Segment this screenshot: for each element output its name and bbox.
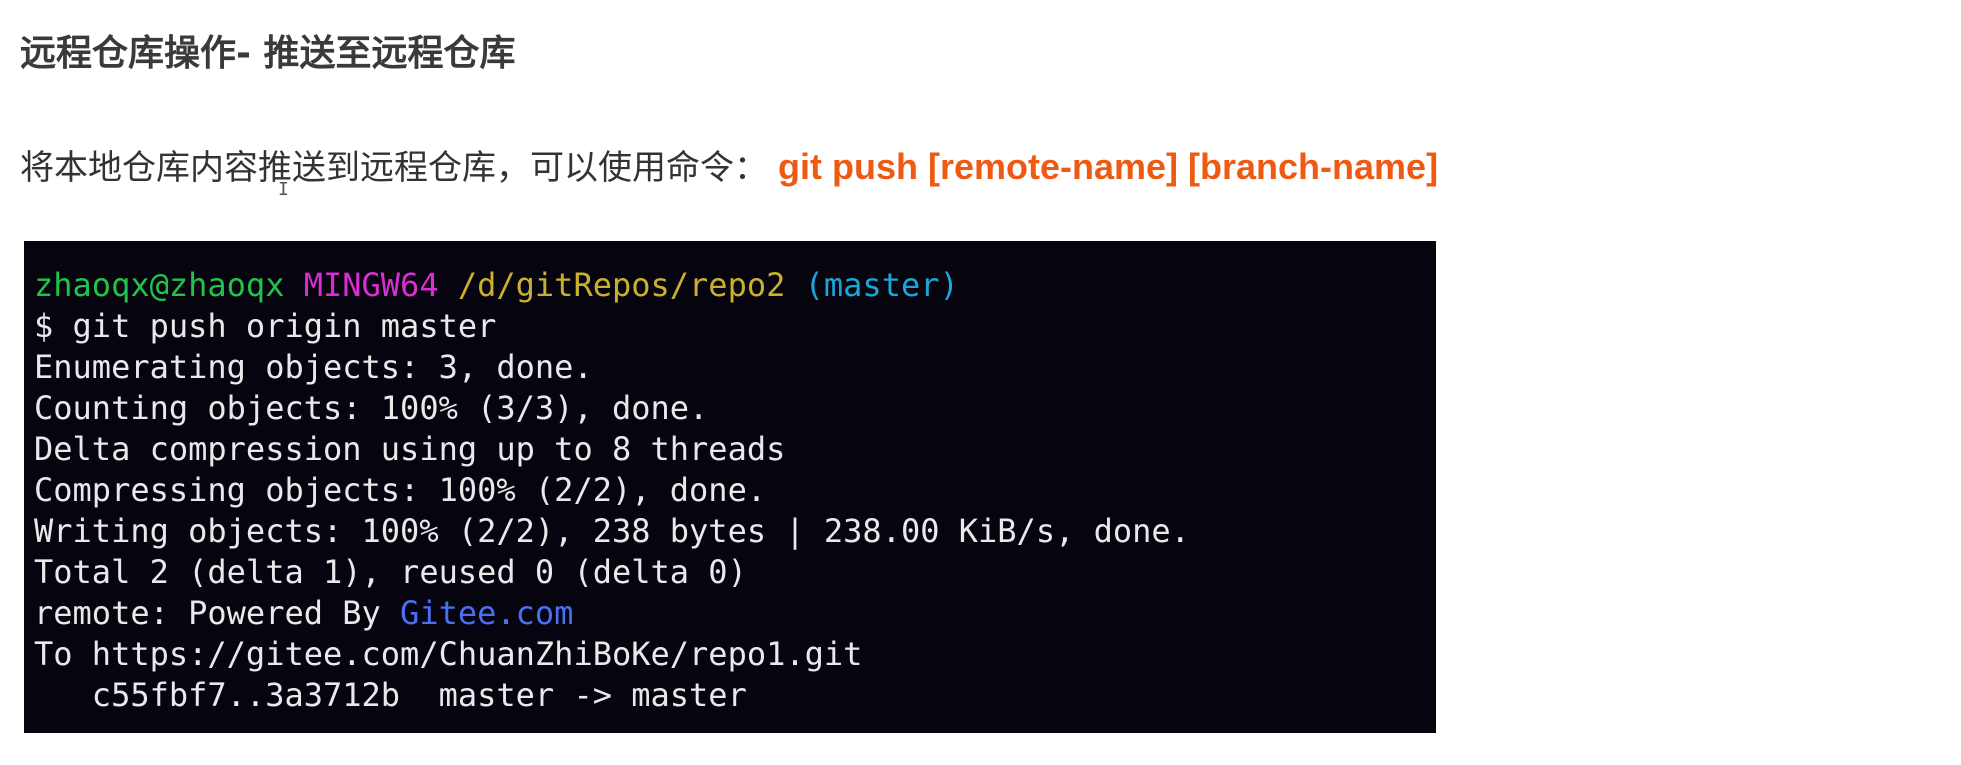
remote-prefix: remote: Powered By <box>34 594 401 632</box>
intro-paragraph: 将本地仓库内容推送到远程仓库，可以使用命令： git push [remote-n… <box>20 143 1438 192</box>
terminal-remote-line: remote: Powered By Gitee.com <box>34 593 1436 634</box>
text-cursor-icon: I <box>278 179 289 200</box>
prompt-branch: (master) <box>804 266 959 304</box>
terminal-command-line: $ git push origin master <box>34 307 497 345</box>
terminal-output-line: Total 2 (delta 1), reused 0 (delta 0) <box>34 553 747 591</box>
terminal-to-line: To https://gitee.com/ChuanZhiBoKe/repo1.… <box>34 635 863 673</box>
terminal-prompt-line: zhaoqx@zhaoqx MINGW64 /d/gitRepos/repo2 … <box>34 265 1436 306</box>
terminal-window: zhaoqx@zhaoqx MINGW64 /d/gitRepos/repo2 … <box>24 241 1436 733</box>
terminal-output-line: Counting objects: 100% (3/3), done. <box>34 389 709 427</box>
terminal-output-line: Compressing objects: 100% (2/2), done. <box>34 471 767 509</box>
prompt-host: MINGW64 <box>303 266 439 304</box>
terminal-output-line: Writing objects: 100% (2/2), 238 bytes |… <box>34 512 1190 550</box>
terminal-output-line: Delta compression using up to 8 threads <box>34 430 786 468</box>
git-push-command: git push [remote-name] [branch-name] <box>778 146 1439 187</box>
prompt-user: zhaoqx@zhaoqx <box>34 266 285 304</box>
page-title: 远程仓库操作- 推送至远程仓库 <box>20 33 516 74</box>
intro-text: 将本地仓库内容推送到远程仓库，可以使用命令： <box>20 148 768 188</box>
terminal-output-line: Enumerating objects: 3, done. <box>34 348 593 386</box>
prompt-path: /d/gitRepos/repo2 <box>457 266 786 304</box>
gitee-link[interactable]: Gitee.com <box>400 594 573 632</box>
terminal-ref-update-line: c55fbf7..3a3712b master -> master <box>34 676 747 714</box>
